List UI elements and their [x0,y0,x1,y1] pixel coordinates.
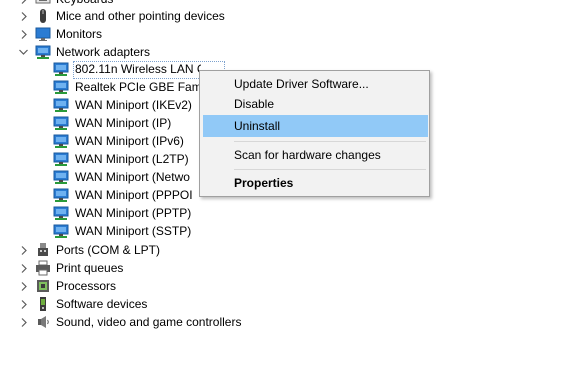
tree-device-wan-network-monitor[interactable]: WAN Miniport (Netwo [0,168,230,186]
network-adapter-icon [53,79,69,95]
tree-device-wan-ipv6[interactable]: WAN Miniport (IPv6) [0,132,230,150]
chevron-right-icon[interactable] [18,25,30,43]
network-adapter-icon [53,97,69,113]
tree-category-network-adapters[interactable]: Network adapters [0,43,300,61]
tree-device-realtek[interactable]: Realtek PCIe GBE Fam [0,78,230,96]
tree-device-label: Realtek PCIe GBE Fam [75,80,199,94]
menu-item-properties[interactable]: Properties [203,172,428,194]
tree-device-wireless-lan[interactable]: 802.11n Wireless LAN Card [0,60,230,78]
network-adapter-icon [53,151,69,167]
network-adapter-icon [35,44,51,60]
tree-category-label: Monitors [56,27,103,41]
tree-device-label: WAN Miniport (IPv6) [75,134,184,148]
menu-item-disable[interactable]: Disable [203,93,428,115]
tree-device-wan-sstp[interactable]: WAN Miniport (SSTP) [0,222,230,240]
tree-device-wan-ikev2[interactable]: WAN Miniport (IKEv2) [0,96,230,114]
processor-icon [35,278,51,294]
menu-item-scan-hardware[interactable]: Scan for hardware changes [203,144,428,166]
tree-category-sound-video[interactable]: Sound, video and game controllers [0,313,300,331]
network-adapter-icon [53,133,69,149]
menu-separator [234,141,426,142]
tree-device-label: 802.11n Wireless LAN Card [75,62,201,76]
software-device-icon [35,296,51,312]
tree-category-label: Mice and other pointing devices [56,9,225,23]
menu-item-update-driver[interactable]: Update Driver Software... [203,73,428,95]
mouse-icon [35,8,51,24]
network-adapter-icon [53,205,69,221]
printer-icon [35,260,51,276]
chevron-right-icon[interactable] [18,7,30,25]
tree-category-label: Processors [56,279,117,293]
port-icon [35,242,51,258]
network-adapter-icon [53,169,69,185]
tree-device-label: WAN Miniport (PPTP) [75,206,192,220]
tree-category-mice[interactable]: Mice and other pointing devices [0,7,300,25]
tree-category-label: Network adapters [56,45,151,59]
tree-device-wan-pppoe[interactable]: WAN Miniport (PPPOI [0,186,230,204]
tree-device-label: WAN Miniport (L2TP) [75,152,189,166]
chevron-down-icon[interactable] [17,43,29,61]
network-adapter-icon [53,187,69,203]
menu-separator [234,169,426,170]
speaker-icon [35,314,51,330]
chevron-right-icon[interactable] [18,277,30,295]
tree-category-label: Software devices [56,297,148,311]
tree-device-label: WAN Miniport (SSTP) [75,224,192,238]
tree-device-label: WAN Miniport (IKEv2) [75,98,192,112]
chevron-right-icon[interactable] [18,313,30,331]
tree-device-label: WAN Miniport (IP) [75,116,172,130]
tree-device-wan-l2tp[interactable]: WAN Miniport (L2TP) [0,150,230,168]
tree-category-monitors[interactable]: Monitors [0,25,300,43]
chevron-right-icon[interactable] [18,259,30,277]
tree-category-label: Ports (COM & LPT) [56,243,161,257]
tree-category-ports[interactable]: Ports (COM & LPT) [0,241,300,259]
tree-device-wan-ip[interactable]: WAN Miniport (IP) [0,114,230,132]
network-adapter-icon [53,61,69,77]
tree-category-print-queues[interactable]: Print queues [0,259,300,277]
keyboard-icon [35,0,51,7]
tree-device-label: WAN Miniport (Netwo [75,170,190,184]
device-manager-tree-view: Keyboards Mice and other pointing device… [0,0,581,368]
tree-category-label: Print queues [56,261,124,275]
menu-item-uninstall[interactable]: Uninstall [203,115,428,137]
tree-category-software-devices[interactable]: Software devices [0,295,300,313]
tree-category-processors[interactable]: Processors [0,277,300,295]
context-menu: Update Driver Software... Disable Uninst… [199,70,430,197]
tree-category-label: Sound, video and game controllers [56,315,242,329]
chevron-right-icon[interactable] [18,295,30,313]
tree-device-wan-pptp[interactable]: WAN Miniport (PPTP) [0,204,230,222]
chevron-right-icon[interactable] [18,241,30,259]
tree-device-label: WAN Miniport (PPPOI [75,188,193,202]
monitor-icon [35,26,51,42]
network-adapter-icon [53,223,69,239]
network-adapter-icon [53,115,69,131]
